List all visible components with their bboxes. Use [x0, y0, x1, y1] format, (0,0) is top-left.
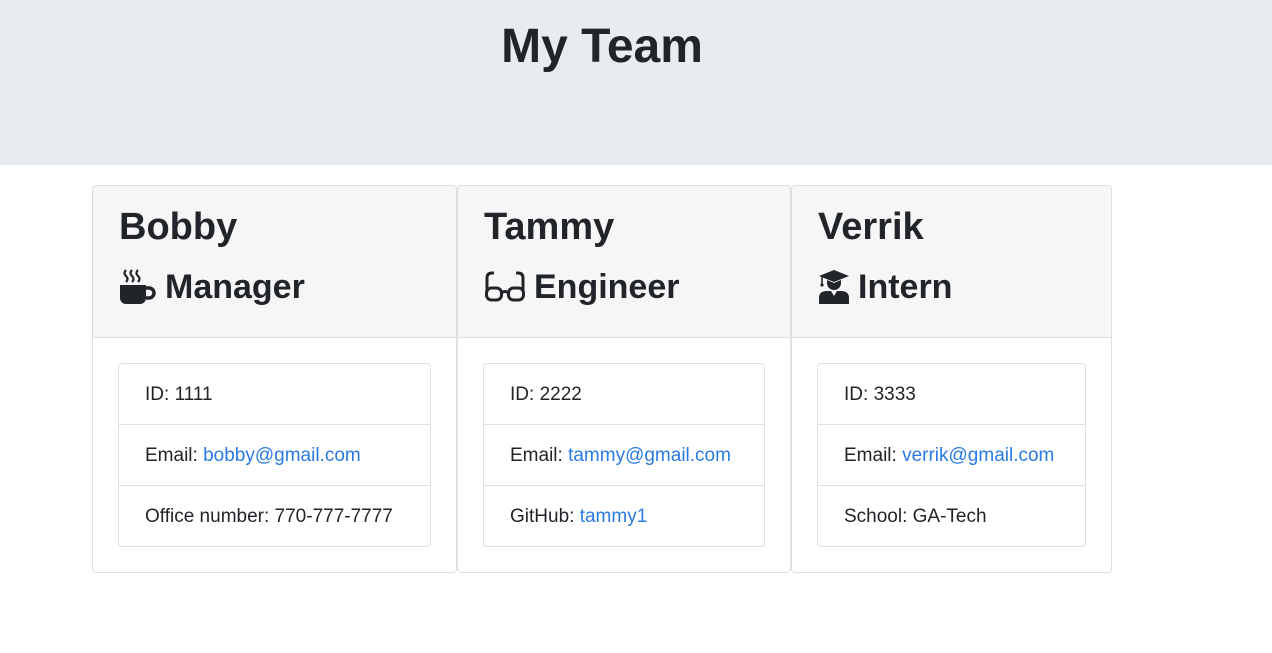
role-label: Manager — [165, 267, 305, 306]
school-value: GA-Tech — [912, 506, 987, 527]
office-number-label: Office number: — [145, 506, 275, 527]
card-header: Tammy Engineer — [458, 186, 790, 338]
email-link[interactable]: verrik@gmail.com — [902, 445, 1054, 466]
id-value: 1111 — [174, 384, 213, 405]
card-header: Bobby Manager — [93, 186, 456, 338]
card-header: Verrik Intern — [792, 186, 1111, 338]
info-list: ID: 3333 Email: verrik@gmail.com School:… — [817, 363, 1086, 547]
employee-card-engineer: Tammy Engineer ID: 2222 Email: tammy@gma… — [457, 185, 791, 573]
list-item-email: Email: verrik@gmail.com — [818, 425, 1085, 486]
list-item-email: Email: bobby@gmail.com — [119, 425, 430, 486]
info-list: ID: 2222 Email: tammy@gmail.com GitHub: … — [483, 363, 765, 547]
glasses-icon — [484, 268, 526, 306]
email-link[interactable]: tammy@gmail.com — [568, 445, 731, 466]
id-value: 2222 — [539, 384, 582, 405]
graduate-icon — [818, 269, 850, 305]
list-item-email: Email: tammy@gmail.com — [484, 425, 764, 486]
employee-role: Manager — [119, 264, 305, 310]
list-item-office-number: Office number: 770-777-7777 — [119, 486, 430, 546]
id-label: ID: — [844, 384, 874, 405]
office-number-value: 770-777-7777 — [274, 506, 393, 527]
list-item-id: ID: 1111 — [119, 364, 430, 425]
github-label: GitHub: — [510, 506, 580, 527]
school-label: School: — [844, 506, 913, 527]
id-label: ID: — [510, 384, 540, 405]
github-link[interactable]: tammy1 — [580, 506, 648, 527]
id-label: ID: — [145, 384, 175, 405]
jumbotron-header: My Team — [0, 0, 1272, 165]
list-item-id: ID: 3333 — [818, 364, 1085, 425]
list-item-school: School: GA-Tech — [818, 486, 1085, 546]
employee-name: Verrik — [818, 206, 924, 248]
email-link[interactable]: bobby@gmail.com — [203, 445, 361, 466]
coffee-icon — [119, 268, 157, 306]
employee-name: Bobby — [119, 206, 238, 248]
list-item-id: ID: 2222 — [484, 364, 764, 425]
employee-role: Engineer — [484, 264, 679, 310]
list-item-github: GitHub: tammy1 — [484, 486, 764, 546]
employee-name: Tammy — [484, 206, 615, 248]
email-label: Email: — [145, 445, 204, 466]
info-list: ID: 1111 Email: bobby@gmail.com Office n… — [118, 363, 431, 547]
id-value: 3333 — [873, 384, 916, 405]
role-label: Intern — [858, 267, 953, 306]
page-title: My Team — [501, 20, 703, 73]
email-label: Email: — [844, 445, 903, 466]
role-label: Engineer — [534, 267, 680, 306]
email-label: Email: — [510, 445, 569, 466]
employee-card-manager: Bobby Manager ID: 1111 Email: bobby@gmai… — [92, 185, 457, 573]
employee-role: Intern — [818, 264, 952, 310]
employee-card-intern: Verrik Intern ID: 3333 Email: verrik@gma… — [791, 185, 1112, 573]
